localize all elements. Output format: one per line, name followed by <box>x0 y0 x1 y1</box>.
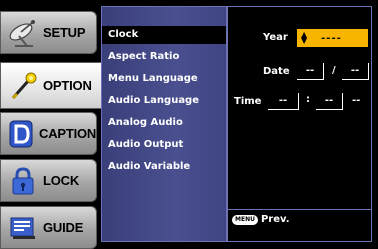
caption-d-icon <box>7 118 35 150</box>
menu-item-clock[interactable]: Clock <box>102 26 226 44</box>
nav-caption-label: CAPTION <box>39 126 97 141</box>
date-day-field[interactable]: -- <box>342 63 369 80</box>
time-minute-field[interactable]: -- <box>316 93 343 110</box>
menu-item-audio-output[interactable]: Audio Output <box>102 136 226 154</box>
nav-guide[interactable]: GUIDE <box>0 206 97 249</box>
menu-key-icon: MENU <box>232 214 258 225</box>
satellite-dish-icon <box>7 17 39 49</box>
guide-icon <box>7 212 39 244</box>
date-month-field[interactable]: -- <box>297 63 324 80</box>
time-ampm-field[interactable]: -- <box>352 95 360 106</box>
year-value: ---- <box>321 32 342 44</box>
nav-setup-label: SETUP <box>43 25 86 40</box>
nav-setup[interactable]: SETUP <box>0 11 97 54</box>
nav-option-label: OPTION <box>43 78 92 93</box>
time-label: Time <box>234 96 262 107</box>
nav-guide-label: GUIDE <box>43 220 84 235</box>
nav-lock-label: LOCK <box>43 173 80 188</box>
nav-lock[interactable]: LOCK <box>0 159 97 202</box>
menu-item-audio-language[interactable]: Audio Language <box>102 92 226 110</box>
time-separator: : <box>306 94 310 105</box>
menu-item-audio-variable[interactable]: Audio Variable <box>102 158 226 176</box>
nav-caption[interactable]: CAPTION <box>0 112 97 155</box>
padlock-icon <box>7 165 39 197</box>
category-sidebar: SETUP OPTION CAPTION LOCK GUIDE <box>0 0 101 249</box>
menu-item-aspect-ratio[interactable]: Aspect Ratio <box>102 48 226 66</box>
menu-item-menu-language[interactable]: Menu Language <box>102 70 226 88</box>
option-menu: Clock Aspect Ratio Menu Language Audio L… <box>101 6 227 242</box>
magic-wand-icon <box>7 70 39 102</box>
time-hour-field[interactable]: -- <box>268 93 299 110</box>
footer-divider <box>228 209 371 210</box>
date-label: Date <box>263 66 290 77</box>
tv-menu-screen: SETUP OPTION CAPTION LOCK GUIDE Clock As… <box>0 0 378 249</box>
prev-label: Prev. <box>260 214 290 225</box>
date-separator: / <box>332 65 336 76</box>
nav-option[interactable]: OPTION <box>0 62 101 109</box>
year-field[interactable]: ▲ ▼ ---- <box>297 29 368 47</box>
year-label: Year <box>263 32 288 43</box>
up-down-arrows-icon: ▲ ▼ <box>301 30 308 45</box>
footer-hint: MENU Prev. <box>232 214 290 225</box>
clock-settings-panel: Year ▲ ▼ ---- Date -- / -- Time -- : -- -… <box>227 6 372 242</box>
menu-item-analog-audio[interactable]: Analog Audio <box>102 114 226 132</box>
